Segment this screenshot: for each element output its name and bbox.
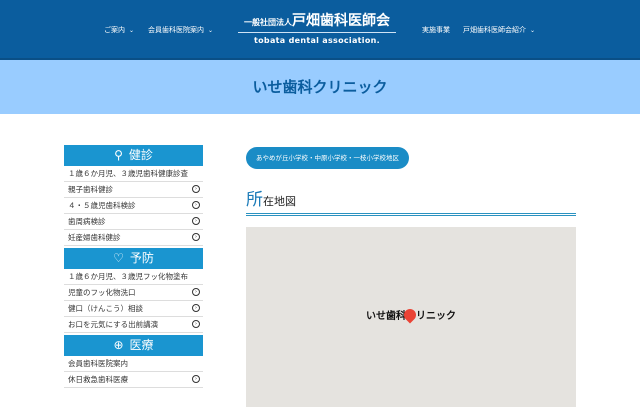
nav-projects[interactable]: 実施事業: [422, 25, 450, 35]
nav-label: 実施事業: [422, 26, 450, 34]
chevron-right-circle-icon: ›: [192, 217, 200, 225]
sidebar-item[interactable]: 歯周病検診 ›: [64, 214, 203, 230]
sidebar-item-label: 歯周病検診: [68, 217, 106, 226]
sidebar-item-label: １歳６か月児、３歳児フッ化物塗布: [68, 272, 188, 281]
sidebar-item[interactable]: 会員歯科医院案内: [64, 356, 203, 372]
sidebar-item-label: 休日救急歯科医療: [68, 375, 128, 384]
sidebar-item[interactable]: 休日救急歯科医療 ›: [64, 372, 203, 388]
page-title-band: いせ歯科クリニック: [0, 60, 640, 114]
sidebar: ⚲ 健診 １歳６か月児、３歳児歯科健康診査 親子歯科健診 › ４・５歳児歯科検診 › 歯周病検…: [64, 143, 203, 388]
sidebar-item-label: 健口（けんこう）相談: [68, 304, 143, 313]
logo-prefix: 一般社団法人: [244, 18, 292, 27]
chevron-down-icon: ⌄: [129, 27, 135, 34]
chevron-down-icon: ⌄: [530, 27, 536, 34]
search-icon: ⚲: [114, 148, 123, 162]
nav-label: ご案内: [104, 26, 125, 34]
sidebar-item-label: ４・５歳児歯科検診: [68, 201, 136, 210]
nav-label: 戸畑歯科医師会紹介: [463, 26, 526, 34]
sidebar-item[interactable]: １歳６か月児、３歳児歯科健康診査: [64, 166, 203, 182]
category-label: 医療: [129, 338, 154, 352]
chevron-down-icon: ⌄: [208, 27, 214, 34]
chevron-right-circle-icon: ›: [192, 201, 200, 209]
plus-icon: ⊕: [113, 338, 124, 352]
nav-about[interactable]: 戸畑歯科医師会紹介 ⌄: [463, 25, 535, 35]
heart-icon: ♡: [113, 251, 124, 265]
chevron-right-circle-icon: ›: [192, 233, 200, 241]
chevron-right-circle-icon: ›: [192, 288, 200, 296]
nav-member-clinics[interactable]: 会員歯科医院案内 ⌄: [148, 25, 213, 35]
logo-english: tobata dental association.: [254, 36, 380, 45]
sidebar-item[interactable]: ４・５歳児歯科検診 ›: [64, 198, 203, 214]
sidebar-item-label: 親子歯科健診: [68, 185, 113, 194]
sidebar-item[interactable]: １歳６か月児、３歳児フッ化物塗布: [64, 269, 203, 285]
sidebar-item-label: 妊産婦歯科健診: [68, 233, 121, 242]
map[interactable]: いせ歯科クリニック: [246, 227, 576, 407]
page-title: いせ歯科クリニック: [252, 78, 388, 96]
category-label: 予防: [129, 251, 154, 265]
sidebar-item-label: 会員歯科医院案内: [68, 359, 128, 368]
sidebar-item-label: お口を元気にする出前講演: [68, 320, 159, 329]
sidebar-item[interactable]: お口を元気にする出前講演 ›: [64, 317, 203, 333]
sidebar-item[interactable]: 親子歯科健診 ›: [64, 182, 203, 198]
site-header: ご案内 ⌄ 会員歯科医院案内 ⌄ 一般社団法人戸畑歯科医師会 tobata dent…: [0, 0, 640, 60]
sidebar-item-label: 児童のフッ化物洗口: [68, 288, 136, 297]
chevron-right-circle-icon: ›: [192, 304, 200, 312]
logo-main: 戸畑歯科医師会: [292, 13, 390, 29]
sidebar-category[interactable]: ⊕ 医療: [64, 335, 203, 356]
category-label: 健診: [128, 148, 153, 162]
chevron-right-circle-icon: ›: [192, 320, 200, 328]
sidebar-item[interactable]: 健口（けんこう）相談 ›: [64, 301, 203, 317]
main-content: あやめが丘小学校・中原小学校・一枝小学校地区 所在地図 いせ歯科クリニック: [246, 145, 576, 407]
nav-label: 会員歯科医院案内: [148, 26, 204, 34]
logo-divider: [238, 32, 396, 33]
nav-guide[interactable]: ご案内 ⌄: [104, 25, 134, 35]
site-logo[interactable]: 一般社団法人戸畑歯科医師会 tobata dental association.: [238, 10, 396, 45]
chevron-right-circle-icon: ›: [192, 185, 200, 193]
sidebar-category[interactable]: ♡ 予防: [64, 248, 203, 269]
heading-text: 在地図: [263, 195, 296, 208]
district-badge[interactable]: あやめが丘小学校・中原小学校・一枝小学校地区: [246, 147, 409, 169]
heading-initial: 所: [246, 190, 263, 210]
sidebar-item[interactable]: 児童のフッ化物洗口 ›: [64, 285, 203, 301]
sidebar-category[interactable]: ⚲ 健診: [64, 145, 203, 166]
chevron-right-circle-icon: ›: [192, 375, 200, 383]
sidebar-item[interactable]: 妊産婦歯科健診 ›: [64, 230, 203, 246]
section-heading: 所在地図: [246, 185, 576, 216]
sidebar-item-label: １歳６か月児、３歳児歯科健康診査: [68, 169, 188, 178]
